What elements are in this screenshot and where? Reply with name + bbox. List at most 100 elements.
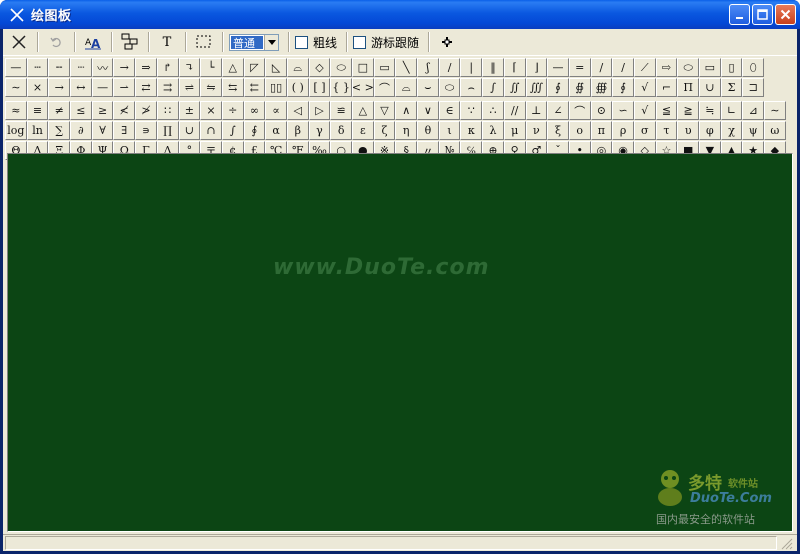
palette-cell[interactable]: ⬭: [438, 78, 461, 97]
palette-cell[interactable]: ∩: [200, 121, 222, 140]
palette-cell[interactable]: ⇌: [178, 78, 201, 97]
palette-cell[interactable]: ν: [525, 121, 548, 140]
palette-cell[interactable]: ◇: [308, 58, 331, 77]
palette-cell[interactable]: ▯▯: [265, 78, 287, 97]
palette-cell[interactable]: ⌓: [395, 78, 418, 97]
palette-cell[interactable]: ≒: [699, 101, 721, 120]
palette-cell[interactable]: ⌣: [417, 78, 439, 97]
palette-cell[interactable]: ┈: [70, 58, 92, 77]
palette-cell[interactable]: ◺: [265, 58, 287, 77]
palette-cell[interactable]: ∧: [395, 101, 418, 120]
undo-icon[interactable]: [44, 31, 68, 53]
palette-cell[interactable]: ∍: [135, 121, 157, 140]
palette-cell[interactable]: ⇒: [135, 58, 157, 77]
palette-cell[interactable]: θ: [417, 121, 439, 140]
palette-cell[interactable]: √: [633, 78, 656, 97]
palette-cell[interactable]: ξ: [547, 121, 569, 140]
palette-cell[interactable]: ⊙: [590, 101, 613, 120]
palette-cell[interactable]: ∟: [720, 101, 743, 120]
palette-cell[interactable]: ⇉: [156, 78, 179, 97]
palette-cell[interactable]: |: [460, 58, 483, 77]
palette-cell[interactable]: ∬: [503, 78, 526, 97]
palette-cell[interactable]: ∷: [156, 101, 179, 120]
palette-cell[interactable]: ∠: [547, 101, 569, 120]
palette-cell[interactable]: β: [286, 121, 309, 140]
resize-grip-icon[interactable]: [779, 536, 793, 550]
palette-cell[interactable]: └: [200, 58, 222, 77]
palette-cell[interactable]: →: [48, 78, 71, 97]
palette-cell[interactable]: ∝: [265, 101, 287, 120]
palette-cell[interactable]: /: [590, 58, 613, 77]
minimize-button[interactable]: [729, 4, 750, 25]
palette-cell[interactable]: δ: [330, 121, 352, 140]
palette-cell[interactable]: [ ]: [308, 78, 331, 97]
palette-cell[interactable]: ↴: [178, 58, 201, 77]
palette-cell[interactable]: √: [633, 101, 656, 120]
palette-cell[interactable]: //: [503, 101, 526, 120]
palette-cell[interactable]: ∮: [243, 121, 266, 140]
bold-line-checkbox[interactable]: 粗线: [295, 34, 337, 51]
palette-cell[interactable]: ι: [438, 121, 461, 140]
palette-cell[interactable]: ∮: [547, 78, 569, 97]
layout-icon[interactable]: [118, 31, 142, 53]
palette-cell[interactable]: ±: [178, 101, 201, 120]
palette-cell[interactable]: ⌋: [525, 58, 548, 77]
palette-cell[interactable]: ∯: [568, 78, 591, 97]
palette-cell[interactable]: ▭: [699, 58, 721, 77]
palette-cell[interactable]: ζ: [373, 121, 396, 140]
palette-cell[interactable]: Σ: [720, 78, 743, 97]
palette-cell[interactable]: ∫: [482, 78, 504, 97]
palette-cell[interactable]: ⇇: [243, 78, 266, 97]
palette-cell[interactable]: 〰: [91, 58, 114, 77]
palette-cell[interactable]: ∨: [417, 101, 439, 120]
palette-cell[interactable]: ≈: [5, 101, 27, 120]
palette-cell[interactable]: ( ): [286, 78, 309, 97]
palette-cell[interactable]: □: [352, 58, 374, 77]
palette-cell[interactable]: ×: [26, 78, 49, 97]
palette-cell[interactable]: ∈: [438, 101, 461, 120]
palette-cell[interactable]: ∽: [612, 101, 634, 120]
palette-cell[interactable]: ⇋: [200, 78, 222, 97]
palette-cell[interactable]: ‖: [482, 58, 504, 77]
palette-cell[interactable]: —: [91, 78, 114, 97]
palette-cell[interactable]: ψ: [742, 121, 765, 140]
palette-cell[interactable]: ∮: [612, 78, 634, 97]
text-tool-button[interactable]: T: [155, 31, 179, 53]
palette-cell[interactable]: ∴: [482, 101, 504, 120]
maximize-button[interactable]: [752, 4, 773, 25]
palette-cell[interactable]: △: [221, 58, 244, 77]
line-style-select[interactable]: 普通: [229, 33, 279, 51]
palette-cell[interactable]: α: [265, 121, 287, 140]
palette-cell[interactable]: ∪: [699, 78, 721, 97]
palette-cell[interactable]: ▯: [720, 58, 743, 77]
close-button[interactable]: [775, 4, 796, 25]
palette-cell[interactable]: ÷: [221, 101, 244, 120]
palette-cell[interactable]: ◸: [243, 58, 266, 77]
palette-cell[interactable]: ⇨: [655, 58, 678, 77]
palette-cell[interactable]: π: [590, 121, 613, 140]
palette-cell[interactable]: φ: [699, 121, 721, 140]
palette-cell[interactable]: γ: [308, 121, 331, 140]
palette-cell[interactable]: υ: [677, 121, 699, 140]
palette-cell[interactable]: μ: [503, 121, 526, 140]
palette-cell[interactable]: ▭: [373, 58, 396, 77]
palette-cell[interactable]: ʃ: [417, 58, 439, 77]
palette-cell[interactable]: ⇆: [221, 78, 244, 97]
palette-cell[interactable]: ⌢: [460, 78, 483, 97]
palette-cell[interactable]: ⊥: [525, 101, 548, 120]
palette-cell[interactable]: ≮: [113, 101, 136, 120]
palette-cell[interactable]: ▽: [373, 101, 396, 120]
palette-cell[interactable]: ln: [26, 121, 49, 140]
palette-cell[interactable]: ∰: [590, 78, 613, 97]
clear-icon[interactable]: [7, 31, 31, 53]
palette-cell[interactable]: < >: [352, 78, 374, 97]
palette-cell[interactable]: —: [547, 58, 569, 77]
palette-cell[interactable]: ╌: [48, 58, 71, 77]
palette-cell[interactable]: ε: [352, 121, 374, 140]
palette-cell[interactable]: ⊿: [742, 101, 765, 120]
palette-cell[interactable]: ▷: [308, 101, 331, 120]
palette-cell[interactable]: ⌐: [655, 78, 678, 97]
palette-cell[interactable]: ⌒: [568, 101, 591, 120]
palette-cell[interactable]: →: [113, 58, 136, 77]
palette-cell[interactable]: ∕: [438, 58, 461, 77]
